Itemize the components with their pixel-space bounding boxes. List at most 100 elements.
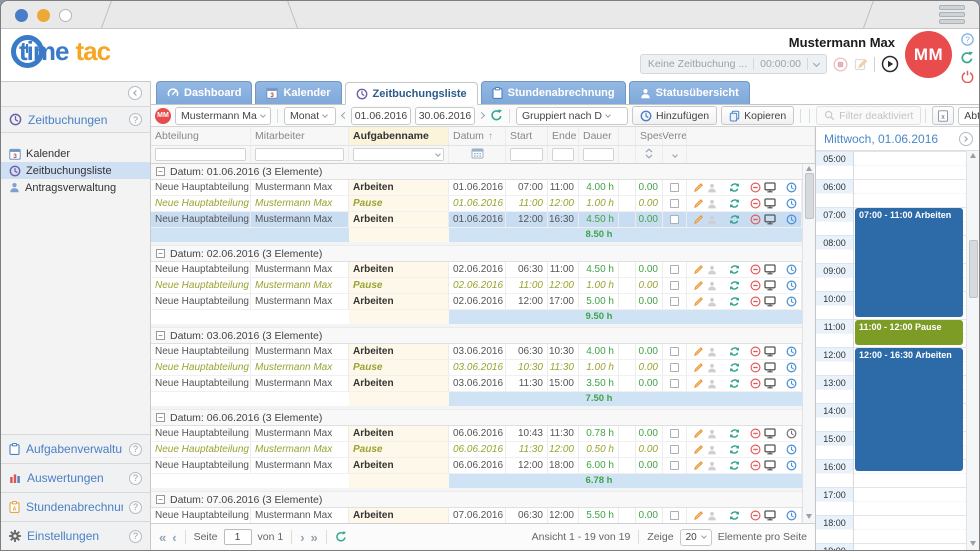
assign-user-icon[interactable] bbox=[707, 445, 717, 455]
column-header-Start[interactable]: Start bbox=[506, 127, 548, 145]
date-from-input[interactable]: 01.06.2016 bbox=[351, 107, 411, 125]
billed-checkbox[interactable] bbox=[670, 281, 679, 290]
copy-button[interactable]: Kopieren bbox=[721, 106, 794, 125]
group-header[interactable]: −Datum: 01.06.2016 (3 Elemente) bbox=[151, 164, 802, 180]
sidebar-section-aufgabenverwaltung[interactable]: Aufgabenverwaltung? bbox=[1, 434, 150, 463]
assign-user-icon[interactable] bbox=[707, 363, 717, 373]
column-header-Abteilung[interactable]: Abteilung bbox=[151, 127, 251, 145]
sync-icon[interactable] bbox=[729, 264, 740, 275]
help-icon[interactable]: ? bbox=[129, 472, 142, 485]
tab-stundenabrechnung[interactable]: Stundenabrechnung bbox=[481, 81, 626, 104]
time-clock-icon[interactable] bbox=[786, 460, 797, 471]
collapse-group-icon[interactable]: − bbox=[156, 495, 165, 504]
terminal-icon[interactable] bbox=[764, 378, 776, 389]
booking-row[interactable]: Neue HauptabteilungMustermann MaxArbeite… bbox=[151, 458, 802, 474]
edit-icon[interactable] bbox=[693, 198, 704, 209]
help-icon[interactable]: ? bbox=[129, 501, 142, 514]
time-clock-icon[interactable] bbox=[786, 182, 797, 193]
delete-icon[interactable] bbox=[750, 280, 761, 291]
refresh-icon[interactable] bbox=[960, 51, 974, 65]
booking-row[interactable]: Neue HauptabteilungMustermann MaxArbeite… bbox=[151, 376, 802, 392]
sync-icon[interactable] bbox=[729, 460, 740, 471]
delete-icon[interactable] bbox=[750, 378, 761, 389]
group-by-select[interactable]: Gruppiert nach D bbox=[516, 107, 628, 125]
collapse-group-icon[interactable]: − bbox=[156, 167, 165, 176]
edit-icon[interactable] bbox=[693, 346, 704, 357]
column-header-Ende[interactable]: Ende bbox=[548, 127, 579, 145]
edit-icon[interactable] bbox=[693, 182, 704, 193]
table-scrollbar[interactable] bbox=[802, 164, 815, 523]
start-tracking-icon[interactable] bbox=[881, 55, 899, 73]
collapse-group-icon[interactable]: − bbox=[156, 249, 165, 258]
filter-button[interactable]: Filter deaktiviert bbox=[816, 106, 921, 125]
billed-checkbox[interactable] bbox=[670, 429, 679, 438]
next-page-button[interactable]: › bbox=[300, 531, 304, 544]
edit-icon[interactable] bbox=[693, 362, 704, 373]
booking-row[interactable]: Neue HauptabteilungMustermann MaxArbeite… bbox=[151, 426, 802, 442]
edit-icon[interactable] bbox=[693, 214, 704, 225]
help-icon[interactable]: ? bbox=[129, 113, 142, 126]
delete-icon[interactable] bbox=[750, 510, 761, 521]
assign-user-icon[interactable] bbox=[707, 429, 717, 439]
assign-user-icon[interactable] bbox=[707, 461, 717, 471]
group-header[interactable]: −Datum: 06.06.2016 (3 Elemente) bbox=[151, 410, 802, 426]
assign-user-icon[interactable] bbox=[707, 215, 717, 225]
time-clock-icon[interactable] bbox=[786, 362, 797, 373]
terminal-icon[interactable] bbox=[764, 362, 776, 373]
delete-icon[interactable] bbox=[750, 444, 761, 455]
delete-icon[interactable] bbox=[750, 296, 761, 307]
scroll-up-icon[interactable] bbox=[970, 153, 976, 158]
booking-row[interactable]: Neue HauptabteilungMustermann MaxArbeite… bbox=[151, 262, 802, 278]
excel-export-button[interactable]: x bbox=[932, 106, 954, 125]
filter-input[interactable] bbox=[552, 148, 574, 161]
delete-icon[interactable] bbox=[750, 264, 761, 275]
delete-icon[interactable] bbox=[750, 346, 761, 357]
billed-checkbox[interactable] bbox=[670, 265, 679, 274]
column-header-Aufgabenname[interactable]: Aufgabenname bbox=[349, 127, 449, 145]
delete-icon[interactable] bbox=[750, 428, 761, 439]
delete-icon[interactable] bbox=[750, 198, 761, 209]
current-booking-select[interactable]: Keine Zeitbuchung ... 00:00:00 bbox=[640, 54, 827, 74]
time-clock-icon[interactable] bbox=[786, 346, 797, 357]
filter-input[interactable] bbox=[510, 148, 543, 161]
sort-asc-icon[interactable]: ↑ bbox=[488, 131, 493, 142]
sidebar-section-einstellungen[interactable]: Einstellungen? bbox=[1, 521, 150, 550]
terminal-icon[interactable] bbox=[764, 214, 776, 225]
scroll-up-icon[interactable] bbox=[806, 166, 812, 171]
calendar-event[interactable]: 12:00 - 16:30 Arbeiten bbox=[855, 348, 963, 471]
terminal-icon[interactable] bbox=[764, 280, 776, 291]
sync-icon[interactable] bbox=[729, 280, 740, 291]
sidebar-collapse-button[interactable] bbox=[128, 86, 142, 100]
terminal-icon[interactable] bbox=[764, 460, 776, 471]
sync-icon[interactable] bbox=[729, 428, 740, 439]
terminal-icon[interactable] bbox=[764, 346, 776, 357]
sync-icon[interactable] bbox=[729, 362, 740, 373]
booking-row[interactable]: Neue HauptabteilungMustermann MaxPause06… bbox=[151, 442, 802, 458]
edit-icon[interactable] bbox=[693, 428, 704, 439]
time-clock-icon[interactable] bbox=[786, 280, 797, 291]
billed-checkbox[interactable] bbox=[670, 363, 679, 372]
sync-icon[interactable] bbox=[729, 214, 740, 225]
date-to-input[interactable]: 30.06.2016 bbox=[415, 107, 475, 125]
billed-checkbox[interactable] bbox=[670, 445, 679, 454]
collapse-group-icon[interactable]: − bbox=[156, 413, 165, 422]
sync-icon[interactable] bbox=[729, 182, 740, 193]
time-clock-icon[interactable] bbox=[786, 264, 797, 275]
booking-row[interactable]: Neue HauptabteilungMustermann MaxArbeite… bbox=[151, 212, 802, 228]
calendar-event[interactable]: 07:00 - 11:00 Arbeiten bbox=[855, 208, 963, 317]
columns-select[interactable]: Abteilung, Mitarbeiter, Aufg bbox=[958, 107, 980, 125]
page-input[interactable]: 1 bbox=[224, 529, 252, 545]
time-clock-icon[interactable] bbox=[786, 214, 797, 225]
spinner-icon[interactable] bbox=[645, 146, 653, 163]
billed-checkbox[interactable] bbox=[670, 379, 679, 388]
booking-row[interactable]: Neue HauptabteilungMustermann MaxArbeite… bbox=[151, 294, 802, 310]
user-select[interactable]: Mustermann Max bbox=[175, 107, 271, 125]
prev-period-button[interactable] bbox=[340, 113, 347, 118]
help-icon[interactable]: ? bbox=[961, 33, 974, 46]
delete-icon[interactable] bbox=[750, 214, 761, 225]
column-header-Datum[interactable]: Datum ↑ bbox=[449, 127, 506, 145]
sync-icon[interactable] bbox=[729, 444, 740, 455]
assign-user-icon[interactable] bbox=[707, 297, 717, 307]
window-button-minimize[interactable] bbox=[37, 9, 50, 22]
calendar-scrollbar[interactable] bbox=[966, 151, 979, 550]
